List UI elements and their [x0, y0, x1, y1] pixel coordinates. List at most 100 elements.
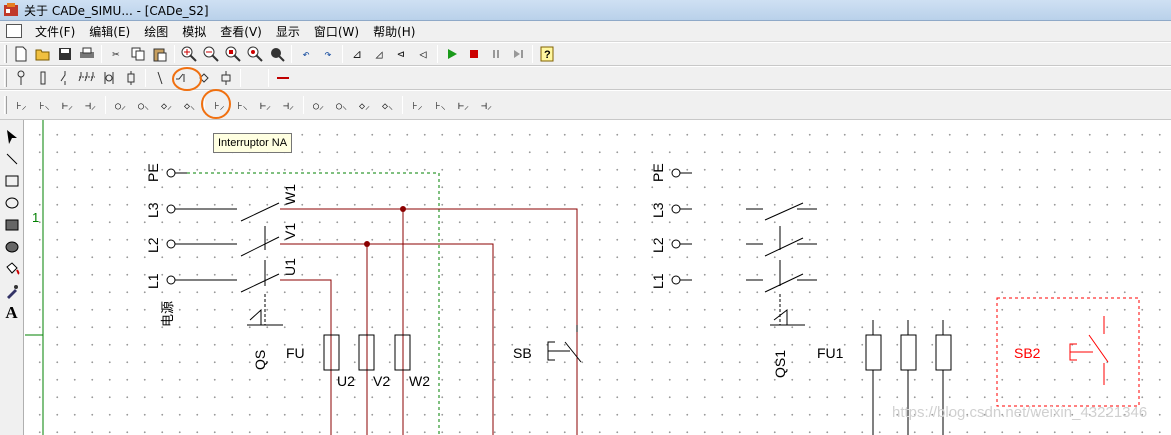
toolbar-grip[interactable]	[4, 69, 7, 87]
toolbar-grip[interactable]	[4, 45, 7, 63]
pointer-icon[interactable]	[1, 126, 23, 148]
rectangle-tool-icon[interactable]	[1, 170, 23, 192]
save-icon[interactable]	[54, 44, 76, 64]
fuse-output-label-u2: U2	[337, 373, 355, 389]
copy-icon[interactable]	[127, 44, 149, 64]
contact-delay-on-icon[interactable]: ⊢⸝	[254, 93, 277, 117]
zoom-in-icon[interactable]	[178, 44, 200, 64]
undo-icon[interactable]: ↶	[295, 44, 317, 64]
contact-temp-icon[interactable]: ⊦⸝	[406, 93, 429, 117]
zoom-window-icon[interactable]	[222, 44, 244, 64]
filled-ellipse-tool-icon[interactable]	[1, 236, 23, 258]
contact-light-icon[interactable]: ⊣⸝	[475, 93, 498, 117]
play-icon[interactable]	[441, 44, 463, 64]
terminal-label-l3-right: L3	[650, 202, 666, 218]
contactor-icon[interactable]	[120, 68, 142, 88]
rotate-left-icon[interactable]: ⊲	[390, 44, 412, 64]
contact-limit-icon[interactable]: ◇⸝	[155, 93, 178, 117]
breaker-label: QS	[252, 350, 268, 370]
contact-delay-off-icon[interactable]: ⊣⸝	[277, 93, 300, 117]
breaker-phase-label-u1: U1	[282, 258, 298, 276]
mirror-h-icon[interactable]: ⊿	[346, 44, 368, 64]
menu-window[interactable]: 窗口(W)	[307, 23, 366, 40]
menu-file[interactable]: 文件(F)	[28, 23, 82, 40]
mirror-v-icon[interactable]: ◿	[368, 44, 390, 64]
breaker-3p-icon[interactable]	[76, 68, 98, 88]
new-icon[interactable]	[10, 44, 32, 64]
contact-pull-icon[interactable]: ⊣⸝	[79, 93, 102, 117]
fill-bucket-icon[interactable]	[1, 258, 23, 280]
fuse-icon[interactable]	[32, 68, 54, 88]
fuse-output-label-w2: W2	[409, 373, 430, 389]
contact-rotary-icon[interactable]: ○⸝	[109, 93, 132, 117]
contact-thermal-icon[interactable]: ○⸝	[307, 93, 330, 117]
document-icon[interactable]	[6, 24, 22, 38]
zoom-all-icon[interactable]	[244, 44, 266, 64]
watermark: https://blog.csdn.net/weixin_43221346	[892, 404, 1148, 421]
toolbar-separator	[174, 45, 175, 63]
cut-icon[interactable]: ✂	[105, 44, 127, 64]
push-button-label: SB	[513, 345, 532, 361]
menu-display[interactable]: 显示	[269, 23, 307, 40]
fuse-label-right: FU1	[817, 345, 844, 361]
pause-icon[interactable]	[485, 44, 507, 64]
redo-icon[interactable]: ↷	[317, 44, 339, 64]
contact-key-icon[interactable]: ○⸜	[132, 93, 155, 117]
contact-level-icon[interactable]: ◇⸝	[353, 93, 376, 117]
window-title: 关于 CADe_SIMU... - [CADe_S2]	[24, 3, 209, 18]
menu-view[interactable]: 查看(V)	[213, 23, 269, 40]
wire-icon[interactable]	[272, 68, 294, 88]
left-circuit: PE L3 L2 L1 电源 W1 V1 U1 QS FU U2 V2 W2 S…	[145, 163, 582, 435]
contact-no-icon[interactable]: ⊦⸝	[10, 93, 33, 117]
terminal-label-l2-right: L2	[650, 237, 666, 253]
interruptor-na-icon[interactable]: ⊦⸝	[208, 93, 231, 117]
contact-speed-icon[interactable]: ⊦⸜	[429, 93, 452, 117]
paste-icon[interactable]	[149, 44, 171, 64]
switch-nc-icon[interactable]	[193, 68, 215, 88]
main-toolbar: ✂ ↶ ↷ ⊿ ◿ ⊲ ◁ ?	[0, 42, 1171, 66]
coil-icon[interactable]	[215, 68, 237, 88]
color-picker-icon[interactable]	[1, 280, 23, 302]
breaker-phase-label-v1: V1	[282, 223, 298, 240]
contact-proximity-icon[interactable]: ⊢⸝	[452, 93, 475, 117]
menu-simulate[interactable]: 模拟	[175, 23, 213, 40]
toolbar-separator	[342, 45, 343, 63]
svg-text:?: ?	[544, 49, 551, 61]
interruptor-nc-icon[interactable]: ⊦⸜	[231, 93, 254, 117]
open-icon[interactable]	[32, 44, 54, 64]
disconnector-icon[interactable]	[54, 68, 76, 88]
text-tool-icon[interactable]: A	[1, 302, 23, 324]
drawing-toolbar: A	[0, 120, 24, 435]
contact-pressure-icon[interactable]: ○⸜	[330, 93, 353, 117]
schematic: 1 PE L3 L2 L1 电源 W1 V1 U1 QS FU U2 V2 W2…	[25, 120, 1140, 435]
ellipse-tool-icon[interactable]	[1, 192, 23, 214]
breaker-phase-label-w1: W1	[282, 184, 298, 205]
toolbar-separator	[437, 45, 438, 63]
terminal-label-l2: L2	[145, 237, 161, 253]
toolbar-separator	[303, 96, 304, 114]
switch-no-icon[interactable]	[171, 68, 193, 88]
menu-draw[interactable]: 绘图	[137, 23, 175, 40]
print-icon[interactable]	[76, 44, 98, 64]
contact-flow-icon[interactable]: ◇⸜	[376, 93, 399, 117]
terminal-label-l1-right: L1	[650, 273, 666, 289]
menu-edit[interactable]: 编辑(E)	[82, 23, 137, 40]
filled-rectangle-tool-icon[interactable]	[1, 214, 23, 236]
switch-icon[interactable]	[149, 68, 171, 88]
toolbar-separator	[532, 45, 533, 63]
step-icon[interactable]	[507, 44, 529, 64]
menu-help[interactable]: 帮助(H)	[366, 23, 422, 40]
terminal-icon[interactable]	[10, 68, 32, 88]
contact-pedal-icon[interactable]: ◇⸜	[178, 93, 201, 117]
rotate-right-icon[interactable]: ◁	[412, 44, 434, 64]
stop-icon[interactable]	[463, 44, 485, 64]
zoom-out-icon[interactable]	[200, 44, 222, 64]
contact-nc-icon[interactable]: ⊦⸜	[33, 93, 56, 117]
drawing-canvas[interactable]: 1 PE L3 L2 L1 电源 W1 V1 U1 QS FU U2 V2 W2…	[25, 120, 1171, 435]
help-icon[interactable]: ?	[536, 44, 558, 64]
toolbar-grip[interactable]	[4, 96, 7, 114]
pan-icon[interactable]	[266, 44, 288, 64]
motor-icon[interactable]	[98, 68, 120, 88]
contact-push-icon[interactable]: ⊢⸝	[56, 93, 79, 117]
line-tool-icon[interactable]	[1, 148, 23, 170]
